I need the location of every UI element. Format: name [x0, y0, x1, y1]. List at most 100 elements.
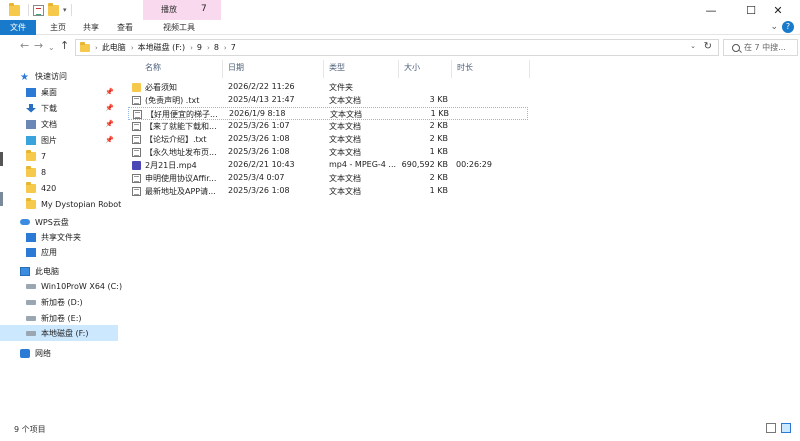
- column-header-type[interactable]: 类型: [329, 62, 345, 76]
- file-date: 2025/3/26 1:08: [228, 134, 290, 143]
- sidebar-item-drive-e[interactable]: 新加卷 (E:): [0, 310, 118, 326]
- column-header-date[interactable]: 日期: [228, 62, 244, 76]
- toolbar-divider: [28, 4, 29, 16]
- details-view-icon[interactable]: [766, 423, 776, 433]
- new-folder-icon[interactable]: [48, 2, 59, 16]
- file-row-selected[interactable]: 【好用便宜的梯子... 2026/1/9 8:18 文本文档 1 KB: [128, 107, 528, 120]
- breadcrumb-folder-8[interactable]: 8: [214, 43, 219, 52]
- breadcrumb-this-pc[interactable]: 此电脑: [102, 42, 126, 53]
- column-header-name[interactable]: 名称: [145, 62, 161, 76]
- file-row[interactable]: 2月21日.mp4 2026/2/21 10:43 mp4 - MPEG-4 .…: [128, 159, 528, 172]
- search-icon: [732, 43, 740, 52]
- folder-icon: [26, 149, 36, 161]
- sidebar-item-folder-8[interactable]: 8: [0, 164, 118, 180]
- sidebar-item-this-pc[interactable]: 此电脑: [0, 263, 118, 279]
- file-row[interactable]: 最新地址及APP请... 2025/3/26 1:08 文本文档 1 KB: [128, 185, 528, 198]
- pin-icon[interactable]: 📌: [105, 88, 114, 96]
- file-row[interactable]: 【论坛介绍】.txt 2025/3/26 1:08 文本文档 2 KB: [128, 133, 528, 146]
- text-file-icon: [132, 174, 141, 183]
- column-divider[interactable]: [398, 60, 399, 78]
- sidebar-item-drive-f[interactable]: 本地磁盘 (F:): [0, 325, 118, 341]
- column-divider[interactable]: [529, 60, 530, 78]
- back-button[interactable]: ←: [20, 40, 29, 52]
- sidebar-item-documents[interactable]: 文档 📌: [0, 116, 118, 132]
- customize-toolbar-icon[interactable]: ▾: [63, 6, 67, 14]
- breadcrumb-drive-f[interactable]: 本地磁盘 (F:): [138, 42, 185, 53]
- sidebar-item-downloads[interactable]: 下载 📌: [0, 100, 118, 116]
- file-size: 3 KB: [429, 95, 448, 104]
- sidebar-item-drive-c[interactable]: Win10ProW X64 (C:): [0, 278, 122, 294]
- apps-icon: [26, 247, 36, 257]
- download-icon: [26, 103, 36, 113]
- sidebar-item-my-dystopian-robot[interactable]: My Dystopian Robot: [0, 196, 121, 212]
- breadcrumb-folder-9[interactable]: 9: [197, 43, 202, 52]
- file-row[interactable]: 必看须知 2026/2/22 11:26 文件夹: [128, 81, 528, 94]
- sidebar-item-folder-420[interactable]: 420: [0, 180, 118, 196]
- file-date: 2025/3/26 1:08: [228, 147, 290, 156]
- recent-locations-button[interactable]: ⌄: [48, 42, 55, 54]
- file-name: 必看须知: [145, 83, 177, 92]
- column-header-duration[interactable]: 时长: [457, 62, 473, 76]
- file-name: 申明使用协议Affir...: [145, 174, 217, 183]
- sidebar-item-drive-d[interactable]: 新加卷 (D:): [0, 294, 118, 310]
- file-row[interactable]: 【来了就能下载和... 2025/3/26 1:07 文本文档 2 KB: [128, 120, 528, 133]
- breadcrumb-separator: ›: [207, 43, 210, 52]
- sidebar-item-network[interactable]: 网络: [0, 345, 118, 361]
- column-divider[interactable]: [451, 60, 452, 78]
- file-type: 文本文档: [329, 135, 361, 144]
- search-box[interactable]: 在 7 中搜...: [723, 39, 798, 56]
- sidebar-item-folder-7[interactable]: 7: [0, 148, 118, 164]
- tab-share[interactable]: 共享: [83, 22, 99, 33]
- help-icon[interactable]: ?: [782, 21, 794, 33]
- column-divider[interactable]: [323, 60, 324, 78]
- properties-icon[interactable]: [33, 4, 44, 16]
- address-bar[interactable]: › 此电脑 › 本地磁盘 (F:) › 9 › 8 › 7 ⌄ ↻: [75, 39, 719, 56]
- pin-icon[interactable]: 📌: [105, 120, 114, 128]
- context-tab-play[interactable]: 播放: [161, 4, 177, 15]
- sidebar-item-label: 420: [41, 183, 57, 193]
- file-type: 文本文档: [329, 187, 361, 196]
- close-button[interactable]: ✕: [756, 0, 800, 20]
- breadcrumb-folder-7[interactable]: 7: [231, 43, 236, 52]
- sidebar-item-apps[interactable]: 应用: [0, 244, 118, 260]
- ribbon-tabs: 文件 主页 共享 查看 视频工具 ⌄ ?: [0, 20, 800, 35]
- file-type: 文本文档: [329, 122, 361, 131]
- file-type: mp4 - MPEG-4 ...: [329, 160, 397, 169]
- file-date: 2025/3/26 1:08: [228, 186, 290, 195]
- file-size: 2 KB: [429, 121, 448, 130]
- file-row[interactable]: (免责声明) .txt 2025/4/13 21:47 文本文档 3 KB: [128, 94, 528, 107]
- pin-icon[interactable]: 📌: [105, 104, 114, 112]
- sidebar-item-quick-access[interactable]: ★ 快速访问: [0, 68, 118, 84]
- pin-icon[interactable]: 📌: [105, 136, 114, 144]
- file-name: 【来了就能下载和...: [145, 122, 217, 131]
- drive-icon: [26, 315, 36, 321]
- expand-ribbon-icon[interactable]: ⌄: [770, 22, 778, 32]
- tab-home[interactable]: 主页: [50, 22, 66, 33]
- forward-button[interactable]: →: [34, 40, 43, 52]
- column-header-size[interactable]: 大小: [404, 62, 420, 76]
- file-name: 【论坛介绍】.txt: [145, 135, 207, 144]
- refresh-icon[interactable]: ↻: [704, 41, 712, 52]
- file-type: 文本文档: [329, 174, 361, 183]
- item-count: 9 个项目: [14, 425, 46, 434]
- drive-icon: [26, 330, 36, 336]
- navigation-pane: ★ 快速访问 桌面 📌 下载 📌 文档 📌 图片 📌 7 8 420 My Dy…: [0, 60, 122, 420]
- large-icons-view-icon[interactable]: [781, 423, 791, 433]
- file-type: 文本文档: [329, 96, 361, 105]
- tab-file[interactable]: 文件: [0, 20, 36, 35]
- search-input[interactable]: 在 7 中搜...: [744, 42, 786, 53]
- tab-video-tools[interactable]: 视频工具: [163, 22, 195, 33]
- sidebar-item-label: 图片: [41, 135, 57, 145]
- sidebar-item-pictures[interactable]: 图片 📌: [0, 132, 118, 148]
- minimize-button[interactable]: —: [689, 0, 733, 20]
- column-divider[interactable]: [222, 60, 223, 78]
- sidebar-item-wps-cloud[interactable]: WPS云盘: [0, 214, 118, 230]
- file-row[interactable]: 【永久地址发布页... 2025/3/26 1:08 文本文档 1 KB: [128, 146, 528, 159]
- tab-view[interactable]: 查看: [117, 22, 133, 33]
- up-button[interactable]: ↑: [60, 40, 69, 52]
- sidebar-item-shared-folder[interactable]: 共享文件夹: [0, 229, 118, 245]
- file-row[interactable]: 申明使用协议Affir... 2025/3/4 0:07 文本文档 2 KB: [128, 172, 528, 185]
- text-file-icon: [132, 122, 141, 131]
- address-dropdown-icon[interactable]: ⌄: [690, 42, 696, 50]
- sidebar-item-desktop[interactable]: 桌面 📌: [0, 84, 118, 100]
